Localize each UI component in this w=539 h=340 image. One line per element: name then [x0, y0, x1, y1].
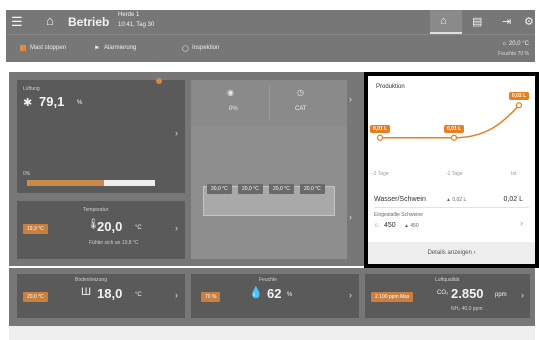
floor-heating-unit: °C	[135, 292, 142, 298]
chevron-right-icon[interactable]: ›	[175, 290, 178, 300]
alarm-button[interactable]: Alarmierung	[104, 45, 136, 51]
lamp-icon: ◉	[227, 88, 234, 97]
pigs-stalled-row[interactable]: Eingestallte Schweine ♘ 450 ▲ 450 ›	[374, 212, 529, 240]
air-quality-badge: 2.100 ppm Max	[371, 292, 414, 302]
ventilation-value: 79,1	[39, 94, 65, 109]
chevron-right-icon[interactable]: ›	[175, 128, 178, 138]
temperature-label: Temperatur	[83, 207, 109, 213]
floor-heating-value: 18,0	[97, 286, 123, 301]
divider	[269, 86, 270, 120]
home-icon[interactable]: ⌂	[46, 13, 54, 28]
data-point	[515, 102, 523, 109]
humidity-unit: %	[287, 292, 293, 298]
chevron-right-icon[interactable]: ›	[520, 218, 523, 228]
air-quality-value: 2.850	[451, 286, 484, 301]
ventilation-bar-fill	[27, 180, 104, 186]
alarm-icon[interactable]: ⚑	[94, 45, 99, 52]
air-quality-card[interactable]: Luftqualität 2.100 ppm Max CO₂ 2.850 ppm…	[365, 274, 530, 318]
chevron-right-icon[interactable]: ›	[349, 94, 352, 104]
data-point	[450, 134, 458, 141]
outside-temperature: ☼ 20,0 °C	[501, 41, 529, 47]
water-per-pig-label: Wasser/Schwein	[374, 196, 426, 203]
ventilation-card[interactable]: Lüftung ✱ 79,1 % 0% ›	[17, 78, 185, 193]
temperature-unit: °C	[135, 225, 142, 231]
chevron-right-icon[interactable]: ›	[349, 290, 352, 300]
settings-icon[interactable]: ⚙	[524, 15, 534, 28]
temperature-value: 20,0	[97, 219, 123, 234]
floor-heating-label: Bodenheizung	[75, 277, 107, 283]
humidity-card[interactable]: Feuchte 70 % 💧 62 % ›	[191, 274, 359, 318]
temperature-card[interactable]: Temperatur 19,3 °C 🌡 20,0 °C Fühler sich…	[17, 201, 185, 259]
menu-icon[interactable]: ☰	[11, 14, 23, 30]
details-button[interactable]: Details anzeigen ›	[368, 242, 535, 264]
x-tick-label: -1 Tage	[446, 171, 463, 177]
temperature-setpoint-badge: 19,3 °C	[23, 224, 48, 234]
status-strip: ◉ 0% ◷ CAT	[191, 80, 347, 126]
humidity-badge: 70 %	[201, 292, 221, 302]
status-left-value: 0%	[229, 106, 238, 112]
air-quality-label: Luftqualität	[435, 277, 460, 283]
sensor-1: 20,0 °C	[207, 184, 232, 194]
clock-icon: ◷	[297, 88, 304, 97]
time-day: 10:41, Tag 30	[118, 22, 155, 28]
data-label: 0,02 L	[509, 92, 530, 101]
top-bar: ☰ ⌂ Betrieb Herde 1 10:41, Tag 30 ⌂ ▤ ⇥ …	[6, 10, 535, 34]
fan-icon: ✱	[23, 97, 33, 109]
chevron-right-icon[interactable]: ›	[175, 223, 178, 233]
humidity-icon: 💧	[249, 287, 263, 299]
humidity-value: 62	[267, 286, 282, 301]
data-point	[376, 134, 384, 141]
status-right-value: CAT	[295, 106, 307, 112]
floor-heating-card[interactable]: Bodenheizung 20,0 °C Ш 18,0 °C ›	[17, 274, 185, 318]
pigs-stalled-trend: ▲ 450	[404, 223, 419, 229]
outside-humidity: Feuchte 70 %	[498, 51, 529, 57]
ventilation-bar-start: 0%	[23, 171, 31, 177]
air-quality-unit: ppm	[495, 292, 507, 298]
sensor-2: 20,0 °C	[238, 184, 263, 194]
chevron-right-icon[interactable]: ›	[521, 290, 524, 300]
stop-icon[interactable]	[20, 45, 26, 51]
heating-icon: Ш	[81, 286, 92, 298]
barn-overview: Lüftung ✱ 79,1 % 0% › Temperatur 19,3 °C…	[9, 72, 365, 266]
pigs-stalled-value: 450	[384, 222, 396, 229]
water-per-pig-value: 0,02 L	[503, 196, 523, 203]
air-quality-note: NH₃ 40,0 ppm	[451, 306, 483, 312]
water-per-pig-trend: ▲ 0,02 L	[446, 197, 467, 203]
sensor-3: 20,0 °C	[269, 184, 294, 194]
logout-icon[interactable]: ⇥	[502, 15, 511, 28]
co2-icon: CO₂	[437, 290, 449, 296]
stop-button[interactable]: Mast stoppen	[30, 45, 66, 51]
alert-dot	[156, 78, 162, 84]
x-tick-label: -2 Tage	[372, 171, 389, 177]
bottom-row: Bodenheizung 20,0 °C Ш 18,0 °C › Feuchte…	[9, 266, 535, 326]
production-line	[380, 104, 520, 139]
pig-icon: ♘	[374, 223, 380, 229]
data-label: 0,01 L	[370, 124, 391, 133]
water-per-pig-row: Wasser/Schwein ▲ 0,02 L 0,02 L	[374, 190, 529, 208]
temperature-note: Fühler sich an 19,8 °C	[89, 240, 139, 246]
floor-heating-badge: 20,0 °C	[23, 292, 48, 302]
herd-name: Herde 1	[118, 12, 140, 18]
chevron-right-icon[interactable]: ›	[349, 212, 352, 222]
pigs-stalled-label: Eingestallte Schweine	[374, 212, 423, 218]
x-tick-label: Ist	[511, 171, 517, 177]
footer-bar	[9, 326, 535, 340]
action-row: Mast stoppen ⚑ Alarmierung ◯ Inspektion …	[6, 34, 535, 62]
ventilation-label: Lüftung	[23, 86, 40, 92]
production-panel: Produktion 0,01 L 0,01 L 0,02 L -2 Tage …	[364, 72, 539, 268]
ventilation-unit: %	[77, 100, 83, 106]
humidity-label: Feuchte	[259, 277, 278, 283]
sensor-4: 20,0 °C	[300, 184, 325, 194]
ventilation-bar	[27, 180, 155, 186]
page-title: Betrieb	[68, 15, 110, 29]
details-button-label: Details anzeigen	[427, 250, 472, 256]
data-label: 0,01 L	[444, 124, 465, 133]
inspection-button[interactable]: Inspektion	[192, 45, 219, 51]
barn-illustration-area: 20,0 °C 20,0 °C 20,0 °C 20,0 °C	[191, 126, 347, 259]
chevron-right-icon: ›	[473, 250, 476, 256]
inspection-icon[interactable]: ◯	[182, 45, 189, 52]
document-icon[interactable]: ▤	[472, 15, 482, 28]
barn-icon[interactable]: ⌂	[440, 15, 447, 27]
